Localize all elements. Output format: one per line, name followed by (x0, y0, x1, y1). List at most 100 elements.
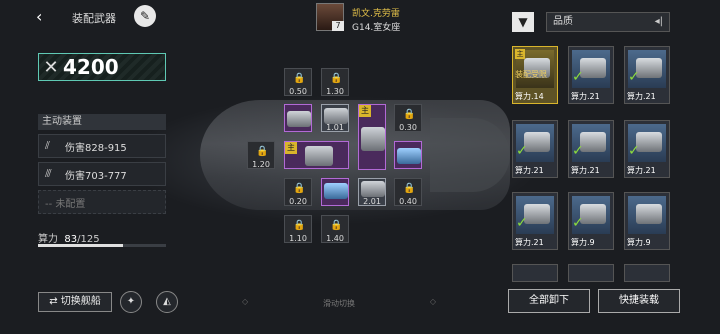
back-icon[interactable]: ‹ (36, 8, 54, 26)
card-power: 算力.9 (571, 238, 595, 247)
inventory-card-partial[interactable] (512, 264, 558, 282)
grid-cell-locked[interactable]: 🔒 0.20 (284, 178, 312, 206)
restriction-warning: 装配受限 (515, 70, 547, 79)
filter-icon[interactable]: ▼ (512, 12, 534, 32)
grid-cell-selected[interactable]: 2.01 (358, 178, 386, 206)
cell-value: 0.50 (289, 87, 307, 96)
inventory-card[interactable]: 算力.9 (624, 192, 670, 250)
weapon-icon (305, 146, 333, 166)
inventory-card[interactable]: ✓ 算力.21 (568, 120, 614, 178)
lock-icon: 🔒 (330, 220, 343, 231)
inventory-card-partial[interactable] (568, 264, 614, 282)
inventory-card[interactable]: ✓ 算力.9 (568, 192, 614, 250)
grid-cell-locked[interactable]: 🔒 1.20 (247, 141, 275, 169)
weapon-icon (524, 132, 550, 152)
lock-icon: 🔒 (403, 183, 416, 194)
weapon-icon (636, 132, 662, 152)
power-value: 4200 (63, 55, 119, 79)
card-power: 算力.21 (627, 166, 656, 175)
cell-value: 1.10 (289, 234, 307, 243)
capacity-bar (38, 244, 166, 247)
grid-cell-locked[interactable]: 🔒 1.30 (321, 68, 349, 96)
quality-dropdown[interactable]: 品质 ◂| (546, 12, 670, 32)
active-slot-1[interactable]: ⫽ 伤害828-915 (38, 134, 166, 158)
inventory-card[interactable]: ✓ 算力.21 (624, 120, 670, 178)
active-slot-2[interactable]: ⫻ 伤害703-777 (38, 162, 166, 186)
page-title: 装配武器 (72, 12, 116, 25)
grid-cell-locked[interactable]: 🔒 0.40 (394, 178, 422, 206)
grid-cell-equipped[interactable] (394, 141, 422, 169)
card-power: 算力.21 (515, 238, 544, 247)
capacity-bar-fill (38, 244, 123, 247)
grid-cell-equipped-wide[interactable]: 主 (284, 141, 349, 169)
weapon-icon (524, 204, 550, 224)
inventory-card[interactable]: ✓ 算力.21 (512, 192, 558, 250)
capacity-text: 算力 83/125 (38, 230, 100, 245)
card-power: 算力.14 (515, 92, 544, 101)
cell-value: 1.40 (326, 234, 344, 243)
cell-value: 1.30 (326, 87, 344, 96)
inventory-card[interactable]: ✓ 算力.21 (624, 46, 670, 104)
grid-cell-selected[interactable]: 1.01 (321, 104, 349, 132)
cell-value: 0.20 (289, 197, 307, 206)
check-icon: ✓ (572, 215, 584, 231)
grid-cell-equipped-large[interactable]: 主 (358, 104, 386, 170)
grid-cell-locked[interactable]: 🔒 1.10 (284, 215, 312, 243)
avatar[interactable]: 7 (316, 3, 344, 31)
grid-cell-locked[interactable]: 🔒 0.50 (284, 68, 312, 96)
card-power: 算力.21 (515, 166, 544, 175)
weapon-icon (361, 181, 385, 197)
cell-value: 0.40 (399, 197, 417, 206)
active-slot-3[interactable]: -- 未配置 (38, 190, 166, 214)
cell-value: 0.30 (399, 123, 417, 132)
inventory-card-partial[interactable] (624, 264, 670, 282)
grid-cell-locked[interactable]: 🔒 0.30 (394, 104, 422, 132)
sort-icon: ◂| (654, 16, 663, 27)
weapon-icon (287, 111, 311, 127)
weapon-icon (580, 58, 606, 78)
weapon-icon (397, 148, 421, 164)
power-display: ✕ 4200 (38, 53, 166, 81)
lock-icon: 🔒 (403, 109, 416, 120)
inventory-card[interactable]: ✓ 算力.21 (512, 120, 558, 178)
check-icon: ✓ (572, 69, 584, 85)
cell-value: 2.01 (363, 197, 381, 206)
wings-icon[interactable]: ✦ (120, 291, 142, 313)
claw-icon: ⫻ (45, 167, 52, 180)
main-tag: 主 (359, 105, 371, 117)
grid-cell-locked[interactable]: 🔒 1.40 (321, 215, 349, 243)
unequip-all-button[interactable]: 全部卸下 (508, 289, 590, 313)
pencil-icon[interactable]: ✎ (134, 5, 156, 27)
emblem-icon[interactable]: ◭ (156, 291, 178, 313)
grid-cell-equipped[interactable] (284, 104, 312, 132)
main-tag: 主 (285, 142, 297, 154)
grid-cell-equipped[interactable] (321, 178, 349, 206)
lock-icon: 🔒 (256, 146, 269, 157)
check-icon: ✓ (516, 215, 528, 231)
captain-location: G14.室女座 (352, 23, 401, 33)
slot-label: 伤害703-777 (65, 170, 127, 182)
main-tag: 主 (515, 49, 525, 59)
lock-icon: 🔒 (293, 73, 306, 84)
check-icon: ✓ (628, 143, 640, 159)
lock-icon: 🔒 (293, 183, 306, 194)
swipe-switch-hint[interactable]: ◇ 滑动切换 ◇ (242, 297, 436, 309)
quick-equip-button[interactable]: 快捷装载 (598, 289, 680, 313)
switch-ship-button[interactable]: ⇄ 切换舰船 (38, 292, 112, 312)
cell-value: 1.01 (326, 123, 344, 132)
chevron-left-icon: ◇ (242, 297, 249, 306)
cell-value: 1.20 (252, 160, 270, 169)
check-icon: ✓ (628, 69, 640, 85)
inventory-card[interactable]: 主 装配受限 算力.14 (512, 46, 558, 104)
weapon-image (628, 196, 666, 234)
card-power: 算力.21 (571, 166, 600, 175)
weapon-icon (636, 58, 662, 78)
weapon-icon (636, 204, 662, 224)
card-power: 算力.9 (627, 238, 651, 247)
level-badge: 7 (332, 21, 344, 31)
ship-nose (430, 118, 510, 192)
check-icon: ✓ (572, 143, 584, 159)
swords-icon: ✕ (43, 56, 59, 78)
inventory-card[interactable]: ✓ 算力.21 (568, 46, 614, 104)
lock-icon: 🔒 (293, 220, 306, 231)
